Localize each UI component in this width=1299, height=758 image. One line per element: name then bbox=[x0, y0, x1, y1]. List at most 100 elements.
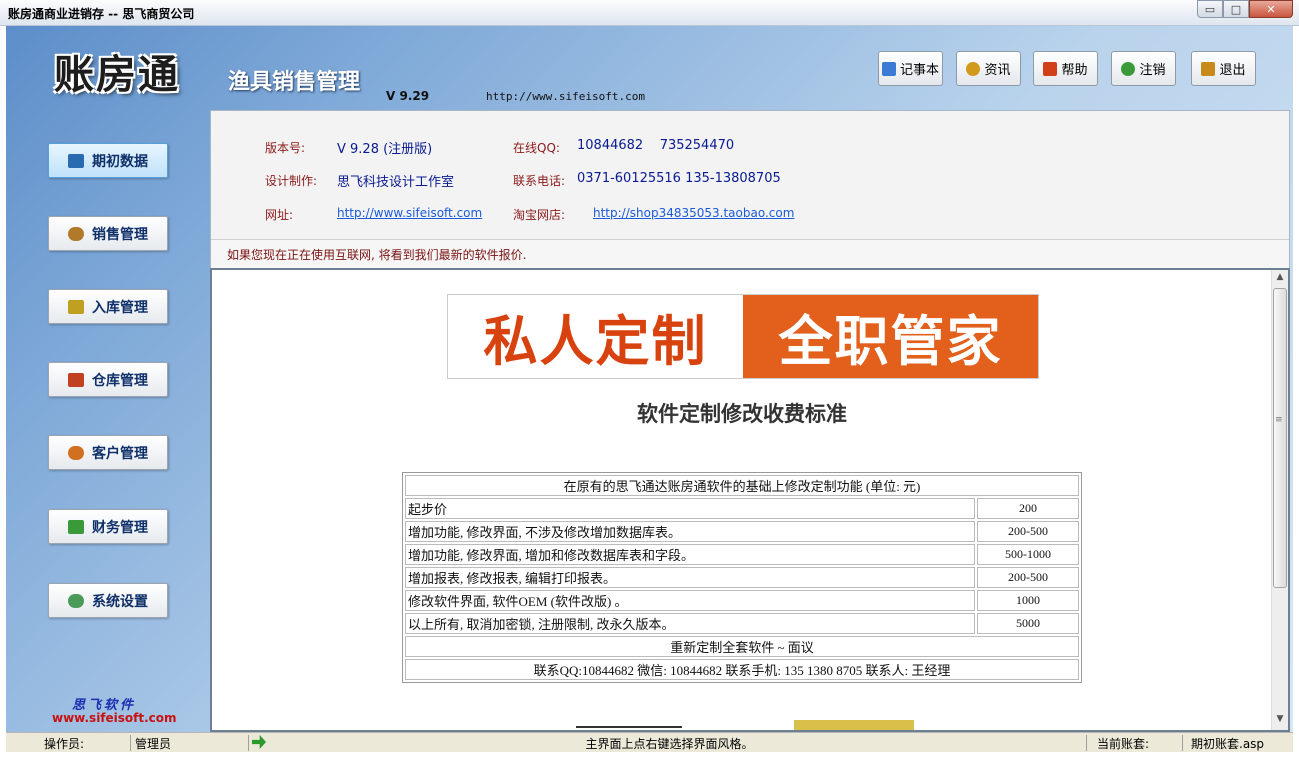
row-price: 5000 bbox=[977, 613, 1079, 634]
sidebar-item-label: 入库管理 bbox=[92, 299, 148, 316]
sidebar-item-sales[interactable]: 销售管理 bbox=[48, 216, 168, 251]
sidebar-item-initial-data[interactable]: 期初数据 bbox=[48, 143, 168, 178]
table-row: 起步价 200 bbox=[405, 498, 1079, 519]
scroll-up-icon[interactable]: ▲ bbox=[1274, 272, 1286, 286]
main-frame: 账房通 渔具销售管理 V 9.29 http://www.sifeisoft.c… bbox=[6, 26, 1293, 732]
sidebar-item-label: 财务管理 bbox=[92, 519, 148, 536]
sidebar-item-customers[interactable]: 客户管理 bbox=[48, 435, 168, 470]
operator-label: 操作员: bbox=[44, 737, 85, 751]
title-bar: 账房通商业进销存 -- 思飞商贸公司 ▭ □ ✕ bbox=[0, 0, 1299, 26]
row-item: 增加功能, 修改界面, 增加和修改数据库表和字段。 bbox=[405, 544, 975, 565]
version-number-label: 版本号: bbox=[265, 141, 306, 155]
shop-link[interactable]: http://shop34835053.taobao.com bbox=[593, 206, 794, 220]
notepad-label: 记事本 bbox=[899, 63, 939, 78]
info-panel: 版本号: V 9.28 (注册版) 在线QQ: 10844682 7352544… bbox=[210, 110, 1290, 270]
money-icon bbox=[68, 519, 84, 534]
version-label: V 9.29 bbox=[386, 89, 430, 103]
online-qq-value: 10844682 735254470 bbox=[577, 138, 735, 153]
url-label: 网址: bbox=[265, 208, 294, 222]
status-hint: 主界面上点右键选择界面风格。 bbox=[248, 735, 1086, 751]
website-link[interactable]: http://www.sifeisoft.com bbox=[337, 206, 482, 220]
module-title: 渔具销售管理 bbox=[228, 70, 361, 95]
close-button[interactable]: ✕ bbox=[1249, 0, 1293, 18]
notepad-icon bbox=[881, 61, 896, 76]
table-row: 修改软件界面, 软件OEM (软件改版) 。 1000 bbox=[405, 590, 1079, 611]
shop-label: 淘宝网店: bbox=[513, 208, 566, 222]
sidebar-item-label: 仓库管理 bbox=[92, 372, 148, 389]
exit-label: 退出 bbox=[1219, 63, 1246, 78]
sidebar-item-label: 客户管理 bbox=[92, 445, 148, 462]
sidebar-item-warehouse[interactable]: 仓库管理 bbox=[48, 362, 168, 397]
version-number-value: V 9.28 (注册版) bbox=[337, 142, 433, 157]
row-item: 增加报表, 修改报表, 编辑打印报表。 bbox=[405, 567, 975, 588]
account-label: 当前账套: bbox=[1086, 735, 1182, 751]
sidebar-item-settings[interactable]: 系统设置 bbox=[48, 583, 168, 618]
page-footer-image bbox=[794, 720, 914, 730]
maximize-button[interactable]: □ bbox=[1223, 0, 1249, 18]
window-controls: ▭ □ ✕ bbox=[1197, 0, 1293, 18]
scroll-down-icon[interactable]: ▼ bbox=[1274, 714, 1286, 728]
row-price: 500-1000 bbox=[977, 544, 1079, 565]
news-label: 资讯 bbox=[984, 63, 1011, 78]
sidebar-item-stock-in[interactable]: 入库管理 bbox=[48, 289, 168, 324]
scroll-grip-icon: ≡ bbox=[1275, 415, 1283, 425]
exit-button[interactable]: 退出 bbox=[1191, 51, 1256, 86]
row-item: 以上所有, 取消加密锁, 注册限制, 改永久版本。 bbox=[405, 613, 975, 634]
table-header-row: 在原有的思飞通达账房通软件的基础上修改定制功能 (单位: 元) bbox=[405, 475, 1079, 496]
app-logo: 账房通 bbox=[54, 51, 180, 98]
exit-icon bbox=[1201, 61, 1216, 76]
logout-icon bbox=[1121, 61, 1136, 76]
book-icon bbox=[68, 153, 84, 168]
notepad-button[interactable]: 记事本 bbox=[878, 51, 943, 86]
status-bar: 操作员: 管理员 主界面上点右键选择界面风格。 当前账套: 期初账套.asp bbox=[6, 732, 1293, 752]
brand-url[interactable]: www.sifeisoft.com bbox=[52, 711, 177, 725]
sidebar-item-finance[interactable]: 财务管理 bbox=[48, 509, 168, 544]
table-row: 联系QQ:10844682 微信: 10844682 联系手机: 135 138… bbox=[405, 659, 1079, 680]
sidebar-item-label: 系统设置 bbox=[92, 593, 148, 610]
header-website: http://www.sifeisoft.com bbox=[486, 90, 645, 103]
table-row: 增加报表, 修改报表, 编辑打印报表。 200-500 bbox=[405, 567, 1079, 588]
table-row: 以上所有, 取消加密锁, 注册限制, 改永久版本。 5000 bbox=[405, 613, 1079, 634]
help-button[interactable]: 帮助 bbox=[1033, 51, 1098, 86]
phone-label: 联系电话: bbox=[513, 174, 566, 188]
table-row: 增加功能, 修改界面, 增加和修改数据库表和字段。 500-1000 bbox=[405, 544, 1079, 565]
customers-icon bbox=[68, 445, 84, 460]
warehouse-icon bbox=[68, 372, 84, 387]
row-item: 修改软件界面, 软件OEM (软件改版) 。 bbox=[405, 590, 975, 611]
news-icon bbox=[966, 61, 981, 76]
banner-right-text: 全职管家 bbox=[743, 295, 1038, 378]
table-header: 在原有的思飞通达账房通软件的基础上修改定制功能 (单位: 元) bbox=[405, 475, 1079, 496]
news-button[interactable]: 资讯 bbox=[956, 51, 1021, 86]
help-label: 帮助 bbox=[1061, 63, 1088, 78]
scroll-thumb[interactable] bbox=[1273, 288, 1287, 588]
phone-value: 0371-60125516 135-13808705 bbox=[577, 171, 781, 186]
contact-row: 联系QQ:10844682 微信: 10844682 联系手机: 135 138… bbox=[405, 659, 1079, 680]
table-row: 增加功能, 修改界面, 不涉及修改增加数据库表。 200-500 bbox=[405, 521, 1079, 542]
price-table: 在原有的思飞通达账房通软件的基础上修改定制功能 (单位: 元) 起步价 200 … bbox=[402, 472, 1082, 683]
row-item: 增加功能, 修改界面, 不涉及修改增加数据库表。 bbox=[405, 521, 975, 542]
row-price: 200-500 bbox=[977, 567, 1079, 588]
design-label: 设计制作: bbox=[265, 174, 318, 188]
operator-value: 管理员 bbox=[130, 735, 248, 751]
banner-left-text: 私人定制 bbox=[448, 295, 743, 378]
box-icon bbox=[68, 299, 84, 314]
table-row: 重新定制全套软件 ~ 面议 bbox=[405, 636, 1079, 657]
promo-banner[interactable]: 私人定制 全职管家 bbox=[447, 294, 1039, 379]
custom-row: 重新定制全套软件 ~ 面议 bbox=[405, 636, 1079, 657]
notice-text: 如果您现在正在使用互联网, 将看到我们最新的软件报价. bbox=[211, 239, 1289, 269]
row-price: 200 bbox=[977, 498, 1079, 519]
sidebar-item-label: 期初数据 bbox=[92, 153, 148, 170]
minimize-button[interactable]: ▭ bbox=[1197, 0, 1223, 18]
online-qq-label: 在线QQ: bbox=[513, 141, 560, 155]
row-item: 起步价 bbox=[405, 498, 975, 519]
web-view: 私人定制 全职管家 软件定制修改收费标准 在原有的思飞通达账房通软件的基础上修改… bbox=[210, 268, 1290, 732]
vertical-scrollbar[interactable]: ▲ ≡ ▼ bbox=[1271, 270, 1288, 730]
price-title: 软件定制修改收费标准 bbox=[637, 401, 847, 426]
settings-icon bbox=[68, 593, 84, 608]
window-title: 账房通商业进销存 -- 思飞商贸公司 bbox=[8, 7, 195, 21]
row-price: 1000 bbox=[977, 590, 1079, 611]
design-value: 思飞科技设计工作室 bbox=[337, 175, 455, 190]
logout-button[interactable]: 注销 bbox=[1111, 51, 1176, 86]
page-footer-fragment bbox=[576, 726, 682, 730]
help-icon bbox=[1043, 61, 1058, 76]
